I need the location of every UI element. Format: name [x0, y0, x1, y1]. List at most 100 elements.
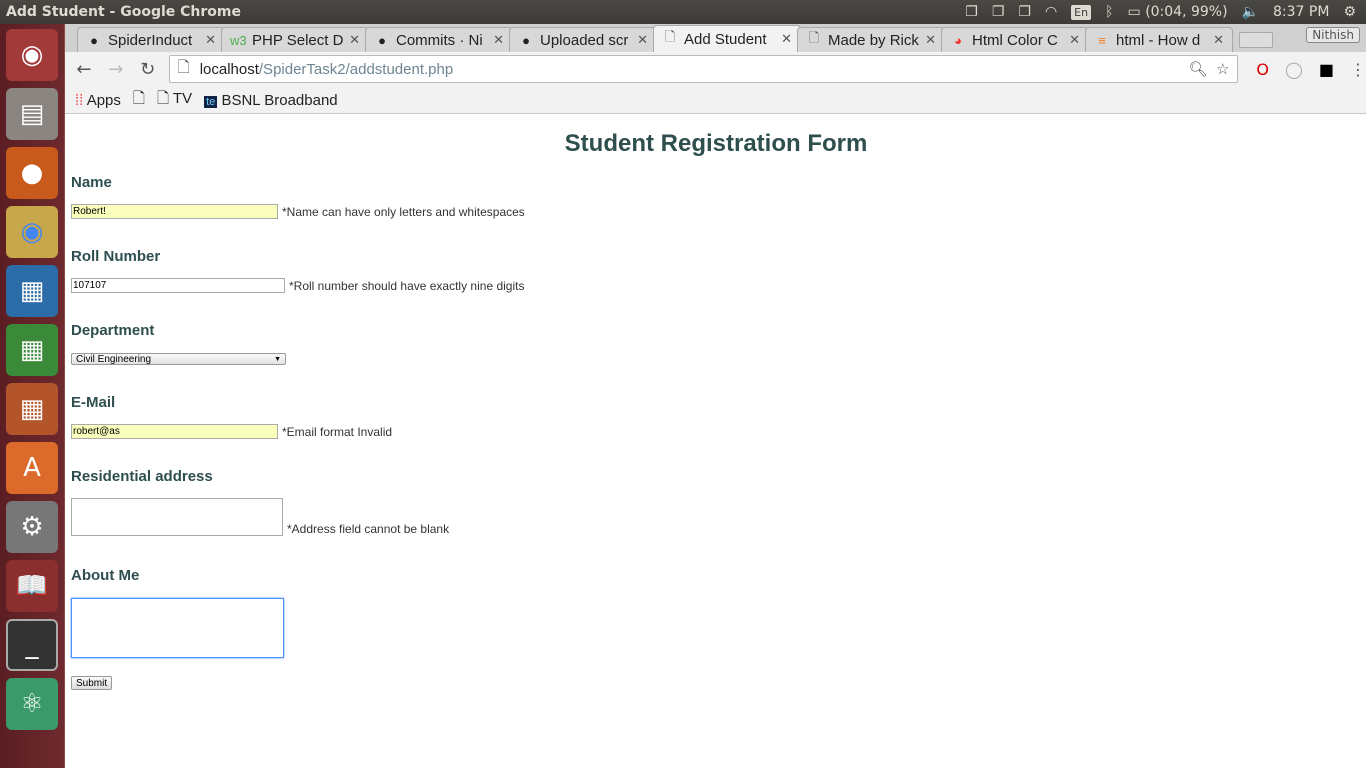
close-icon[interactable]: ✕ [493, 32, 504, 48]
os-top-bar: Add Student - Google Chrome ❐ ❐ ❐ ◠ En ᛒ… [0, 0, 1366, 24]
battery-text: (0:04, 99%) [1145, 4, 1228, 20]
page-info-icon[interactable]: 🗋 [178, 57, 190, 82]
department-value: Civil Engineering [76, 353, 152, 365]
tab-label: SpiderInduct [108, 31, 193, 49]
tab-3[interactable]: ● Commits · Ni ✕ [365, 27, 513, 52]
roll-number-label: Roll Number [71, 248, 161, 265]
tab-5[interactable]: 🗋 Add Student ✕ [653, 25, 801, 52]
address-textarea[interactable] [71, 498, 283, 536]
page-icon: 🗋 [132, 89, 145, 107]
system-tray: ❐ ❐ ❐ ◠ En ᛒ ▭ (0:04, 99%) 🔈 8:37 PM ⚙ [965, 0, 1356, 24]
tab-6[interactable]: 🗋 Made by Rick ✕ [797, 27, 945, 52]
roll-number-input[interactable]: 107107 [71, 278, 285, 293]
name-label: Name [71, 174, 112, 191]
terminal-icon[interactable]: _ [6, 619, 58, 671]
extension-icon[interactable]: ◯ [1285, 60, 1303, 79]
github-icon: ● [522, 32, 530, 48]
close-icon[interactable]: ✕ [781, 31, 792, 47]
name-input[interactable]: Robert! [71, 204, 278, 219]
system-settings-icon[interactable]: ⚙ [6, 501, 58, 553]
bsnl-icon: te [204, 95, 218, 108]
zoom-icon[interactable]: 🔍︎ [1189, 61, 1208, 78]
profile-button[interactable]: Nithish [1306, 27, 1360, 43]
tab-1[interactable]: ● SpiderInduct ✕ [77, 27, 225, 52]
browser-chrome: ● SpiderInduct ✕ w3 PHP Select D ✕ ● Commits · … [65, 24, 1366, 114]
opera-extension-icon[interactable]: O [1256, 60, 1269, 79]
about-me-textarea[interactable] [71, 598, 284, 658]
page-icon: 🗋 [808, 30, 820, 45]
w3schools-icon: w3 [230, 32, 247, 48]
tab-2[interactable]: w3 PHP Select D ✕ [221, 27, 369, 52]
close-icon[interactable]: ✕ [1069, 32, 1080, 48]
bluetooth-icon[interactable]: ᛒ [1105, 4, 1113, 20]
address-label: Residential address [71, 468, 213, 485]
apps-grid-icon: ⁞⁞ [75, 91, 84, 109]
dictionary-icon[interactable]: 📖 [6, 560, 58, 612]
volume-icon[interactable]: 🔈 [1242, 4, 1259, 20]
email-input[interactable]: robert@as [71, 424, 278, 439]
close-icon[interactable]: ✕ [349, 32, 360, 48]
tab-label: Add Student [684, 30, 767, 48]
ubuntu-dash-icon[interactable]: ◉ [6, 29, 58, 81]
bookmark-bsnl[interactable]: te BSNL Broadband [204, 92, 338, 109]
close-icon[interactable]: ✕ [925, 32, 936, 48]
tab-8[interactable]: ≡ html - How d ✕ [1085, 27, 1233, 52]
bookmark-label: Apps [86, 91, 121, 109]
forward-button[interactable]: → [105, 59, 127, 80]
github-icon: ● [378, 32, 386, 48]
wifi-icon[interactable]: ◠ [1045, 4, 1057, 20]
tab-label: PHP Select D [252, 31, 344, 49]
app-indicator-icon[interactable]: ❐ [1018, 4, 1031, 20]
new-tab-button[interactable] [1239, 32, 1273, 48]
bookmarks-bar: ⁞⁞ Apps 🗋 🗋 TV te BSNL Broadband [65, 86, 1366, 114]
app-indicator-icon[interactable]: ❐ [965, 4, 978, 20]
bookmark-apps[interactable]: ⁞⁞ Apps [75, 92, 121, 109]
extension-icon[interactable]: ■ [1319, 60, 1334, 79]
keyboard-layout[interactable]: En [1071, 4, 1092, 20]
tab-label: Commits · Ni [396, 31, 483, 49]
chrome-icon[interactable]: ◉ [6, 206, 58, 258]
app-indicator-icon[interactable]: ❐ [992, 4, 1005, 20]
libreoffice-writer-icon[interactable]: ▦ [6, 265, 58, 317]
back-button[interactable]: ← [73, 59, 95, 80]
department-select[interactable]: Civil Engineering ▼ [71, 353, 286, 365]
close-icon[interactable]: ✕ [637, 32, 648, 48]
toolbar: ← → ↻ 🗋 localhost/SpiderTask2/addstudent… [65, 52, 1366, 86]
clock[interactable]: 8:37 PM [1273, 4, 1329, 20]
page-icon: 🗋 [156, 89, 170, 107]
power-icon[interactable]: ⚙ [1343, 4, 1356, 20]
firefox-icon[interactable]: ● [6, 147, 58, 199]
libreoffice-calc-icon[interactable]: ▦ [6, 324, 58, 376]
battery-indicator[interactable]: ▭ (0:04, 99%) [1128, 4, 1228, 20]
reload-button[interactable]: ↻ [137, 59, 159, 80]
address-error: *Address field cannot be blank [287, 522, 450, 536]
launcher: ◉ ▤ ● ◉ ▦ ▦ ▦ A ⚙ 📖 _ ⚛ [0, 24, 65, 768]
atom-icon[interactable]: ⚛ [6, 678, 58, 730]
bookmark-label: TV [172, 89, 193, 107]
bookmark-tv[interactable]: 🗋 TV [157, 88, 192, 113]
email-label: E-Mail [71, 394, 116, 411]
chevron-down-icon: ▼ [274, 355, 281, 363]
about-me-label: About Me [71, 567, 140, 584]
tab-7[interactable]: ◕ Html Color C ✕ [941, 27, 1089, 52]
url-host: localhost [199, 60, 259, 78]
tab-strip: ● SpiderInduct ✕ w3 PHP Select D ✕ ● Commits · … [65, 24, 1366, 52]
address-bar[interactable]: 🗋 localhost/SpiderTask2/addstudent.php 🔍… [168, 55, 1239, 83]
software-center-icon[interactable]: A [6, 442, 58, 494]
tab-label: html - How d [1116, 31, 1201, 49]
close-icon[interactable]: ✕ [205, 32, 216, 48]
bookmark-star-icon[interactable]: ☆ [1216, 61, 1229, 78]
tab-label: Uploaded scr [540, 31, 629, 49]
tab-label: Html Color C [972, 31, 1058, 49]
libreoffice-impress-icon[interactable]: ▦ [6, 383, 58, 435]
menu-icon[interactable]: ⋮ [1350, 60, 1366, 79]
stackoverflow-icon: ≡ [1098, 32, 1106, 48]
submit-button[interactable]: Submit [71, 676, 113, 690]
bookmark-page[interactable]: 🗋 [133, 88, 145, 113]
close-icon[interactable]: ✕ [1213, 32, 1224, 48]
tab-4[interactable]: ● Uploaded scr ✕ [509, 27, 657, 52]
roll-number-error: *Roll number should have exactly nine di… [289, 279, 525, 293]
window-title: Add Student - Google Chrome [6, 4, 241, 20]
files-icon[interactable]: ▤ [6, 88, 58, 140]
github-icon: ● [90, 32, 98, 48]
